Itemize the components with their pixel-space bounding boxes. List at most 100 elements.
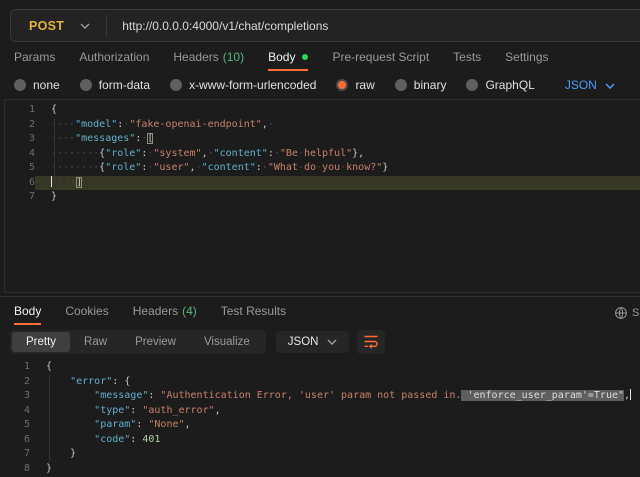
chevron-down-icon [327, 339, 337, 345]
code-content[interactable]: "param": "None", [30, 418, 640, 433]
code-token: "model" [75, 119, 117, 130]
radio-icon [14, 79, 26, 91]
body-type-none[interactable]: none [14, 78, 60, 92]
code-token: } [382, 162, 388, 173]
code-token: do [304, 162, 316, 173]
method-select[interactable]: POST [11, 19, 80, 33]
line-number: 8 [0, 462, 30, 477]
code-content[interactable]: } [30, 447, 640, 462]
wrap-text-button[interactable] [357, 330, 385, 354]
code-content[interactable]: ····] [35, 176, 640, 191]
radio-icon [170, 79, 182, 91]
code-line: 6 "code": 401 [0, 433, 640, 448]
body-type-form-data[interactable]: form-data [80, 78, 150, 92]
tab-count-badge: (10) [223, 50, 244, 64]
code-content[interactable]: "error": { [30, 375, 640, 390]
tab-label: Body [268, 50, 295, 64]
line-number: 3 [5, 132, 35, 147]
divider [106, 15, 107, 36]
view-pretty[interactable]: Pretty [12, 332, 70, 352]
radio-label: x-www-form-urlencoded [189, 78, 316, 92]
code-token: "auth_error" [142, 405, 214, 416]
line-number: 6 [0, 433, 30, 448]
response-tab-test-results[interactable]: Test Results [221, 304, 286, 323]
request-url-input[interactable]: http://0.0.0.0:4000/v1/chat/completions [122, 19, 328, 33]
code-content[interactable]: ····"messages":·[ [35, 132, 640, 147]
body-type-raw[interactable]: raw [336, 78, 374, 92]
code-line: 1{ [0, 360, 640, 375]
tab-settings[interactable]: Settings [505, 50, 548, 69]
code-token: } [51, 191, 57, 202]
tab-label: Headers [133, 304, 178, 318]
line-number: 1 [0, 360, 30, 375]
code-token: "param" [94, 419, 136, 430]
code-content[interactable]: { [30, 360, 640, 375]
chevron-down-icon[interactable] [80, 23, 90, 29]
code-token: helpful" [304, 148, 352, 159]
code-token: { [51, 104, 57, 115]
line-number: 4 [5, 147, 35, 162]
code-token: "error" [70, 376, 112, 387]
code-token: "user" [153, 162, 189, 173]
globe-icon[interactable] [614, 306, 628, 320]
code-content[interactable]: { [35, 103, 640, 118]
view-raw[interactable]: Raw [70, 332, 121, 352]
tab-body[interactable]: Body [268, 50, 308, 71]
code-content[interactable]: "message": "Authentication Error, 'user'… [30, 389, 640, 404]
code-token: { [124, 376, 130, 387]
response-tab-body[interactable]: Body [14, 304, 41, 325]
code-token [46, 405, 94, 416]
response-meta: S [614, 304, 640, 322]
request-tabs: Params Authorization Headers(10) Body Pre-re… [14, 50, 640, 72]
radio-icon [80, 79, 92, 91]
code-content[interactable]: "code": 401 [30, 433, 640, 448]
code-token: "Authentication Error, 'user' param not … [160, 390, 461, 401]
response-tab-headers[interactable]: Headers (4) [133, 304, 197, 323]
request-format-label: JSON [565, 78, 597, 92]
response-format-select[interactable]: JSON [276, 331, 350, 353]
tab-authorization[interactable]: Authorization [79, 50, 149, 69]
response-tabs: Body Cookies Headers (4) Test Results [14, 304, 640, 325]
tab-label: Pre-request Script [332, 50, 429, 64]
radio-icon [395, 79, 407, 91]
tab-count-badge: (4) [182, 304, 197, 318]
code-token: "system" [153, 148, 201, 159]
code-token: · [268, 119, 274, 130]
tab-headers[interactable]: Headers(10) [173, 50, 244, 69]
request-format-select[interactable]: JSON [565, 78, 615, 92]
view-visualize[interactable]: Visualize [190, 332, 264, 352]
code-content[interactable]: ········{"role":·"user",·"content":·"Wha… [35, 161, 640, 176]
code-content[interactable]: } [35, 190, 640, 205]
view-preview[interactable]: Preview [121, 332, 190, 352]
line-number: 7 [0, 447, 30, 462]
code-content[interactable]: ········{"role":·"system",·"content":·"B… [35, 147, 640, 162]
code-line: 8} [0, 462, 640, 477]
section-divider [0, 296, 640, 297]
code-token: "role" [105, 162, 141, 173]
tab-label: Test Results [221, 304, 286, 318]
response-body-editor[interactable]: 1{2 "error": {3 "message": "Authenticati… [0, 356, 640, 477]
postman-window: POST http://0.0.0.0:4000/v1/chat/complet… [0, 0, 640, 477]
code-content[interactable]: "type": "auth_error", [30, 404, 640, 419]
tab-pre-request-script[interactable]: Pre-request Script [332, 50, 429, 69]
body-type-binary[interactable]: binary [395, 78, 447, 92]
response-tab-cookies[interactable]: Cookies [65, 304, 108, 323]
code-token: "What [268, 162, 298, 173]
code-content[interactable]: ····"model":·"fake-openai-endpoint",· [35, 118, 640, 133]
code-content[interactable]: } [30, 462, 640, 477]
tab-label: Tests [453, 50, 481, 64]
indent-guide [54, 118, 55, 190]
tab-label: Body [14, 304, 41, 318]
line-number: 2 [0, 375, 30, 390]
body-type-graphql[interactable]: GraphQL [466, 78, 534, 92]
chevron-down-icon [605, 83, 615, 89]
code-token [46, 419, 94, 430]
tab-tests[interactable]: Tests [453, 50, 481, 69]
line-number: 5 [0, 418, 30, 433]
request-body-editor[interactable]: 1{2····"model":·"fake-openai-endpoint",·… [4, 99, 640, 293]
code-token [46, 390, 94, 401]
code-line: 2 "error": { [0, 375, 640, 390]
tab-params[interactable]: Params [14, 50, 55, 69]
radio-label: form-data [99, 78, 150, 92]
body-type-x-www-form-urlencoded[interactable]: x-www-form-urlencoded [170, 78, 316, 92]
